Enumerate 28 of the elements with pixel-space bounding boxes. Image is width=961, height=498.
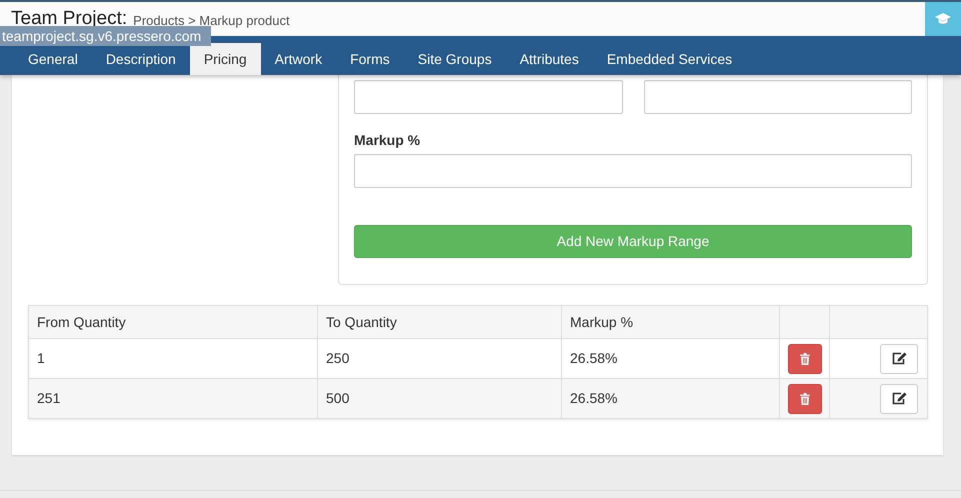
field-label: Markup % (354, 131, 422, 150)
edit-icon (892, 392, 906, 405)
column-header: From Quantity (29, 306, 318, 338)
edit-button[interactable] (880, 344, 918, 374)
edit-icon (892, 352, 906, 365)
graduation-cap-icon (935, 13, 951, 25)
column-header: Markup % (562, 306, 780, 338)
tab[interactable]: Artwork (260, 43, 336, 75)
tab[interactable]: Attributes (506, 43, 593, 75)
delete-button[interactable] (788, 344, 822, 374)
tab[interactable]: Embedded Services (592, 43, 746, 75)
column-header: To Quantity (318, 306, 562, 338)
input-field[interactable] (644, 80, 912, 114)
input-field[interactable] (354, 80, 622, 114)
input-field[interactable] (354, 154, 912, 188)
delete-button[interactable] (788, 384, 822, 414)
url-tooltip: teamproject.sg.v6.pressero.com (0, 26, 212, 46)
tab[interactable]: Forms (336, 43, 404, 75)
trash-icon (800, 392, 810, 404)
trash-icon (800, 352, 810, 364)
table-cell: 26.58% (562, 379, 780, 418)
table-cell: 251 (29, 379, 318, 418)
tab[interactable]: General (14, 43, 92, 75)
table-cell: 500 (318, 379, 562, 418)
tab[interactable]: Description (92, 43, 190, 75)
tab[interactable]: Site Groups (404, 43, 506, 75)
edit-button[interactable] (880, 384, 918, 414)
tab[interactable]: Pricing (190, 43, 261, 75)
